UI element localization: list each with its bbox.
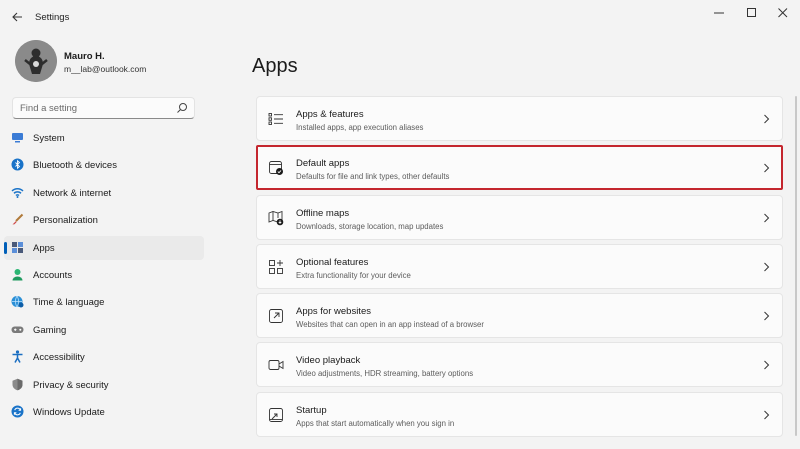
offline-maps-card[interactable]: Offline maps Downloads, storage location… — [256, 194, 783, 240]
person-icon — [11, 268, 24, 281]
window-title: Settings — [35, 12, 70, 23]
open-link-icon — [269, 309, 283, 324]
sidebar-item-label: Gaming — [33, 324, 67, 336]
search-box[interactable] — [12, 97, 195, 119]
back-arrow-icon — [11, 12, 22, 22]
scrollbar[interactable] — [795, 96, 797, 436]
startup-card[interactable]: Startup Apps that start automatically wh… — [256, 391, 783, 437]
map-icon — [268, 210, 284, 225]
brush-icon — [11, 213, 24, 226]
card-subtitle: Downloads, storage location, map updates — [296, 221, 444, 231]
chevron-right-icon — [764, 213, 770, 222]
card-title: Offline maps — [296, 207, 350, 219]
minimize-icon — [714, 12, 724, 14]
default-apps-card[interactable]: Default apps Defaults for file and link … — [256, 145, 783, 191]
startup-icon — [269, 407, 283, 422]
sidebar-item-system[interactable]: System — [4, 126, 204, 150]
card-subtitle: Video adjustments, HDR streaming, batter… — [296, 369, 474, 379]
sidebar-item-label: Windows Update — [33, 406, 105, 418]
sidebar-item-accessibility[interactable]: Accessibility — [4, 345, 204, 369]
selection-indicator — [4, 241, 7, 254]
card-title: Startup — [296, 404, 327, 416]
minimize-button[interactable] — [701, 2, 737, 24]
title-bar: Settings — [0, 0, 800, 34]
sidebar-item-label: Time & language — [33, 297, 105, 309]
close-button[interactable] — [765, 2, 800, 24]
avatar-image — [15, 40, 57, 82]
back-button[interactable] — [8, 8, 26, 26]
chevron-right-icon — [764, 361, 770, 370]
sidebar-item-label: System — [33, 133, 65, 144]
chevron-right-icon — [764, 311, 770, 321]
card-subtitle: Installed apps, app execution aliases — [296, 123, 424, 132]
card-title: Video playback — [296, 355, 361, 367]
sidebar-item-time-language[interactable]: Time & language — [4, 290, 204, 314]
default-apps-icon — [269, 161, 283, 176]
sidebar-item-gaming[interactable]: Gaming — [4, 318, 204, 342]
sidebar-item-label: Personalization — [33, 215, 98, 227]
sidebar-item-label: Apps — [33, 242, 55, 254]
chevron-right-icon — [764, 262, 770, 272]
monitor-icon — [11, 131, 24, 144]
card-title: Optional features — [296, 256, 369, 268]
avatar[interactable] — [15, 40, 57, 82]
apps-for-websites-card[interactable]: Apps for websites Websites that can open… — [256, 293, 783, 339]
maximize-icon — [747, 8, 756, 17]
sidebar-item-label: Network & internet — [33, 187, 112, 199]
card-subtitle: Defaults for file and link types, other … — [296, 172, 450, 182]
sidebar-item-apps[interactable]: Apps — [4, 235, 204, 260]
grid-add-icon — [269, 259, 283, 274]
card-title: Apps & features — [296, 109, 364, 120]
card-subtitle: Websites that can open in an app instead… — [296, 320, 484, 330]
chevron-right-icon — [764, 410, 770, 420]
apps-features-card[interactable]: Apps & features Installed apps, app exec… — [256, 96, 783, 141]
sidebar-item-label: Accessibility — [33, 352, 85, 364]
chevron-right-icon — [764, 114, 770, 124]
list-icon — [268, 113, 283, 125]
globe-clock-icon — [11, 295, 24, 308]
gamepad-icon — [11, 323, 24, 336]
user-email: m__lab@outlook.com — [64, 64, 147, 74]
sidebar-item-network[interactable]: Network & internet — [4, 181, 204, 205]
sidebar-item-accounts[interactable]: Accounts — [4, 263, 204, 287]
sidebar-nav: System Bluetooth & devices Network & int… — [4, 126, 204, 427]
search-input[interactable] — [13, 102, 168, 114]
card-subtitle: Extra functionality for your device — [296, 270, 411, 280]
sidebar-item-windows-update[interactable]: Windows Update — [4, 400, 204, 424]
user-name: Mauro H. — [64, 51, 105, 62]
page-title: Apps — [252, 55, 298, 77]
video-icon — [268, 360, 284, 371]
chevron-right-icon — [764, 163, 770, 173]
apps-icon — [11, 241, 24, 254]
sidebar-item-label: Privacy & security — [33, 379, 109, 391]
sidebar-item-bluetooth[interactable]: Bluetooth & devices — [4, 153, 204, 177]
sidebar-item-label: Accounts — [33, 269, 73, 281]
wifi-icon — [11, 186, 24, 199]
card-title: Apps for websites — [296, 306, 371, 318]
video-playback-card[interactable]: Video playback Video adjustments, HDR st… — [256, 342, 783, 388]
shield-icon — [11, 378, 24, 391]
bluetooth-icon — [11, 158, 24, 171]
close-icon — [778, 8, 788, 18]
card-subtitle: Apps that start automatically when you s… — [296, 418, 455, 428]
sidebar-item-personalization[interactable]: Personalization — [4, 208, 204, 232]
update-icon — [11, 405, 24, 418]
sidebar-item-label: Bluetooth & devices — [33, 160, 117, 172]
card-title: Default apps — [296, 158, 350, 170]
search-icon[interactable] — [176, 102, 188, 114]
accessibility-icon — [11, 350, 24, 363]
sidebar-item-privacy-security[interactable]: Privacy & security — [4, 373, 204, 397]
optional-features-card[interactable]: Optional features Extra functionality fo… — [256, 243, 783, 289]
settings-list: Apps & features Installed apps, app exec… — [256, 96, 783, 441]
